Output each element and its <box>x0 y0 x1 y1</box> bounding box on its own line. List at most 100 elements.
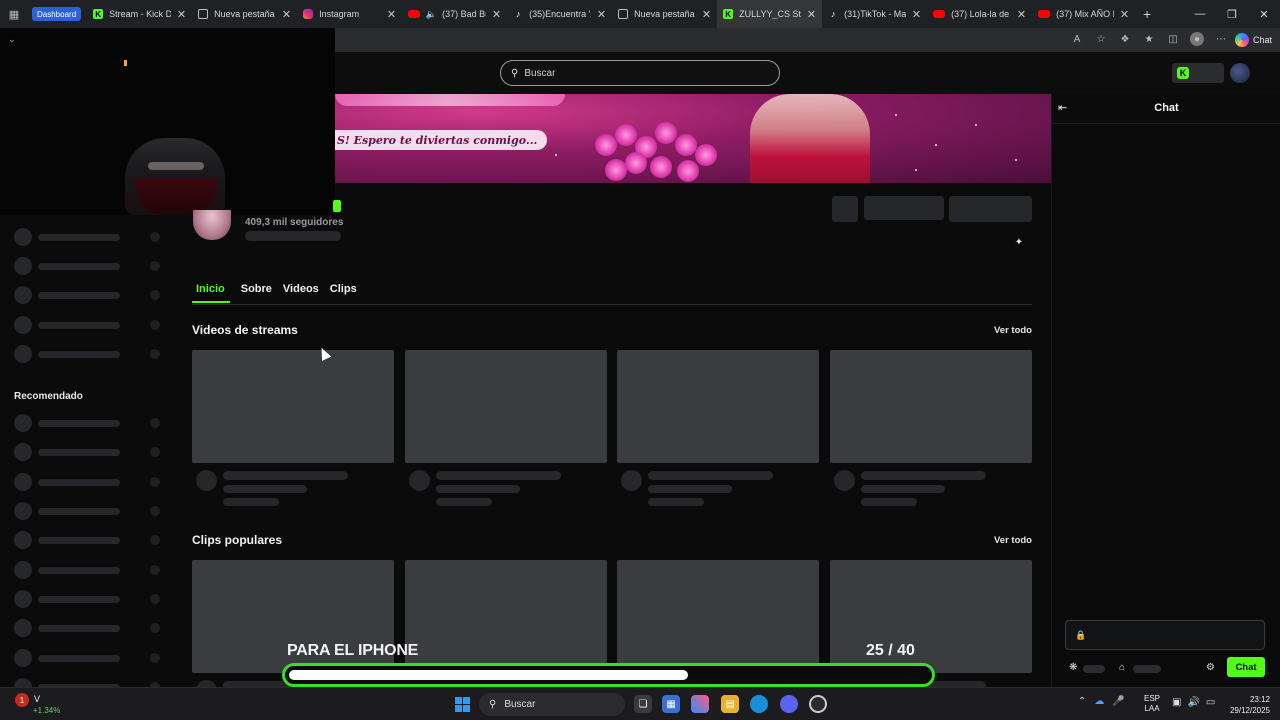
tab-inicio[interactable]: Inicio <box>192 281 230 303</box>
recommended-heading: Recomendado <box>14 391 83 402</box>
sidebar-skeleton-row[interactable] <box>14 590 164 608</box>
restore-icon[interactable]: ❐ <box>1216 0 1248 28</box>
copilot-button[interactable]: Chat <box>1234 31 1272 49</box>
close-icon[interactable]: ✕ <box>177 8 186 21</box>
kick-status-pill[interactable]: K <box>1172 63 1224 83</box>
tabs-divider <box>192 304 1032 305</box>
chevron-down-icon[interactable]: ⌄ <box>8 34 16 45</box>
collections-icon[interactable]: ◫ <box>1166 32 1180 46</box>
section-title-clips: Clips populares <box>192 533 283 547</box>
file-explorer-icon[interactable]: ▤ <box>721 695 739 713</box>
tab-youtube-bad-bunny[interactable]: 🔈 (37) Bad Bunny ✕ <box>402 0 507 28</box>
tab-sobre[interactable]: Sobre <box>241 281 272 303</box>
sidebar-skeleton-row[interactable] <box>14 228 164 246</box>
tab-instagram[interactable]: Instagram ✕ <box>297 0 402 28</box>
tab-youtube-mix[interactable]: (37) Mix AÑO NUEV ✕ <box>1032 0 1135 28</box>
subscribe-button-skeleton[interactable] <box>864 196 944 220</box>
task-view-icon[interactable]: ❏ <box>634 695 652 713</box>
sidebar-skeleton-row[interactable] <box>14 649 164 667</box>
sidebar-skeleton-row[interactable] <box>14 502 164 520</box>
close-icon[interactable]: ✕ <box>492 8 501 21</box>
youtube-icon <box>408 10 421 18</box>
chevron-up-icon[interactable]: ⌃ <box>1078 696 1086 707</box>
sidebar-skeleton-row[interactable] <box>14 257 164 275</box>
app-icon[interactable] <box>809 695 827 713</box>
kick-icon: K <box>93 9 104 19</box>
avatar[interactable] <box>1230 63 1250 83</box>
sidebar-skeleton-row[interactable] <box>14 345 164 363</box>
taskbar-search[interactable]: ⚲ Buscar <box>479 693 625 716</box>
see-all-streams-link[interactable]: Ver todo <box>994 325 1032 336</box>
tab-clips[interactable]: Clips <box>330 281 357 303</box>
close-icon[interactable]: ✕ <box>807 8 816 21</box>
settings-gear-icon[interactable]: ⚙ <box>1206 662 1215 673</box>
windows-start-icon[interactable] <box>455 697 470 712</box>
profile-icon[interactable]: ● <box>1190 32 1204 46</box>
tab-new-tab-2[interactable]: Nueva pestaña ✕ <box>612 0 717 28</box>
store-app-icon[interactable]: ▦ <box>662 695 680 713</box>
minimize-icon[interactable]: — <box>1184 0 1216 28</box>
tab-tiktok-search[interactable]: ♪ (35)Encuentra 'zully ✕ <box>507 0 612 28</box>
stock-widget[interactable]: 1 V +1.34% <box>15 693 75 717</box>
keyboard-layout: LAA <box>1144 704 1160 713</box>
microphone-icon[interactable]: 🎤 <box>1112 696 1124 707</box>
favorites-icon[interactable]: ★ <box>1142 32 1156 46</box>
battery-icon: ▭ <box>1205 697 1216 708</box>
tab-dashboard[interactable]: Dashboard <box>32 7 82 21</box>
discord-icon[interactable] <box>780 695 798 713</box>
sidebar-skeleton-row[interactable] <box>14 316 164 334</box>
sidebar-skeleton-row[interactable] <box>14 414 164 432</box>
points-icon[interactable]: ❋ <box>1069 662 1077 673</box>
close-icon[interactable]: ✕ <box>387 8 396 21</box>
sidebar-skeleton-row[interactable] <box>14 531 164 549</box>
quick-settings[interactable]: ▣ 🔊 ▭ <box>1172 697 1215 708</box>
sidebar-skeleton-row[interactable] <box>14 473 164 491</box>
more-options-icon[interactable]: ⋯ <box>1214 32 1228 46</box>
sidebar-skeleton-row[interactable] <box>14 561 164 579</box>
sidebar-skeleton-row[interactable] <box>14 619 164 637</box>
search-input[interactable]: ⚲ Buscar <box>500 60 780 86</box>
notification-button-skeleton[interactable] <box>832 196 858 222</box>
close-icon[interactable]: ✕ <box>597 8 606 21</box>
tab-youtube-lola[interactable]: (37) Lola-la de tikto ✕ <box>927 0 1032 28</box>
clock[interactable]: 23:12 29/12/2025 <box>1222 694 1270 716</box>
tab-new-tab[interactable]: Nueva pestaña ✕ <box>192 0 297 28</box>
language-indicator[interactable]: ESP LAA <box>1144 694 1160 714</box>
new-tab-icon[interactable]: + <box>1135 0 1159 28</box>
close-icon[interactable]: ✕ <box>702 8 711 21</box>
sidebar-skeleton-row[interactable] <box>14 443 164 461</box>
store-icon[interactable]: ⌂ <box>1119 662 1125 673</box>
chat-panel: ⇤ Chat 🔒 ❋ ⌂ ⚙ Chat <box>1051 94 1280 687</box>
close-window-icon[interactable]: ✕ <box>1248 0 1280 28</box>
tab-videos[interactable]: Videos <box>283 281 319 303</box>
close-icon[interactable]: ✕ <box>1017 8 1026 21</box>
see-all-clips-link[interactable]: Ver todo <box>994 535 1032 546</box>
instagram-icon <box>303 9 314 19</box>
tab-tiktok-make[interactable]: ♪ (31)TikTok - Make Y ✕ <box>822 0 927 28</box>
share-icon[interactable]: ✦ <box>1013 236 1025 248</box>
edge-icon[interactable] <box>750 695 768 713</box>
tab-label: Dashboard <box>37 9 77 19</box>
tab-actions-icon[interactable]: ▦ <box>0 0 28 28</box>
tab-zullyy-stream[interactable]: K ZULLYY_CS Stream ✕ <box>717 0 823 28</box>
chat-send-button[interactable]: Chat <box>1227 657 1265 677</box>
taskbar: 1 V +1.34% ⚲ Buscar ❏ ▦ ▤ ⌃ ☁ 🎤 ESP LAA … <box>0 687 1280 720</box>
read-aloud-icon[interactable]: A <box>1070 32 1084 46</box>
channel-avatar[interactable] <box>193 210 231 240</box>
close-icon[interactable]: ✕ <box>912 8 921 21</box>
tab-kick-dashboard[interactable]: K Stream - Kick Dash ✕ <box>87 0 192 28</box>
chat-message-input[interactable]: 🔒 <box>1065 620 1265 650</box>
follower-count: 409,3 mil seguidores <box>245 217 344 228</box>
stock-ticker: V <box>34 694 41 704</box>
speaker-icon[interactable]: 🔈 <box>426 9 437 19</box>
favorite-star-icon[interactable]: ☆ <box>1094 32 1108 46</box>
copilot-app-icon[interactable] <box>691 695 709 713</box>
follow-button-skeleton[interactable] <box>949 196 1032 222</box>
sidebar-skeleton-row[interactable] <box>14 286 164 304</box>
onedrive-icon[interactable]: ☁ <box>1094 696 1104 707</box>
search-icon: ⚲ <box>489 699 497 710</box>
close-icon[interactable]: ✕ <box>1120 8 1129 21</box>
close-icon[interactable]: ✕ <box>282 8 291 21</box>
sidebar-skeleton-row[interactable] <box>14 678 164 687</box>
extensions-icon[interactable]: ❖ <box>1118 32 1132 46</box>
